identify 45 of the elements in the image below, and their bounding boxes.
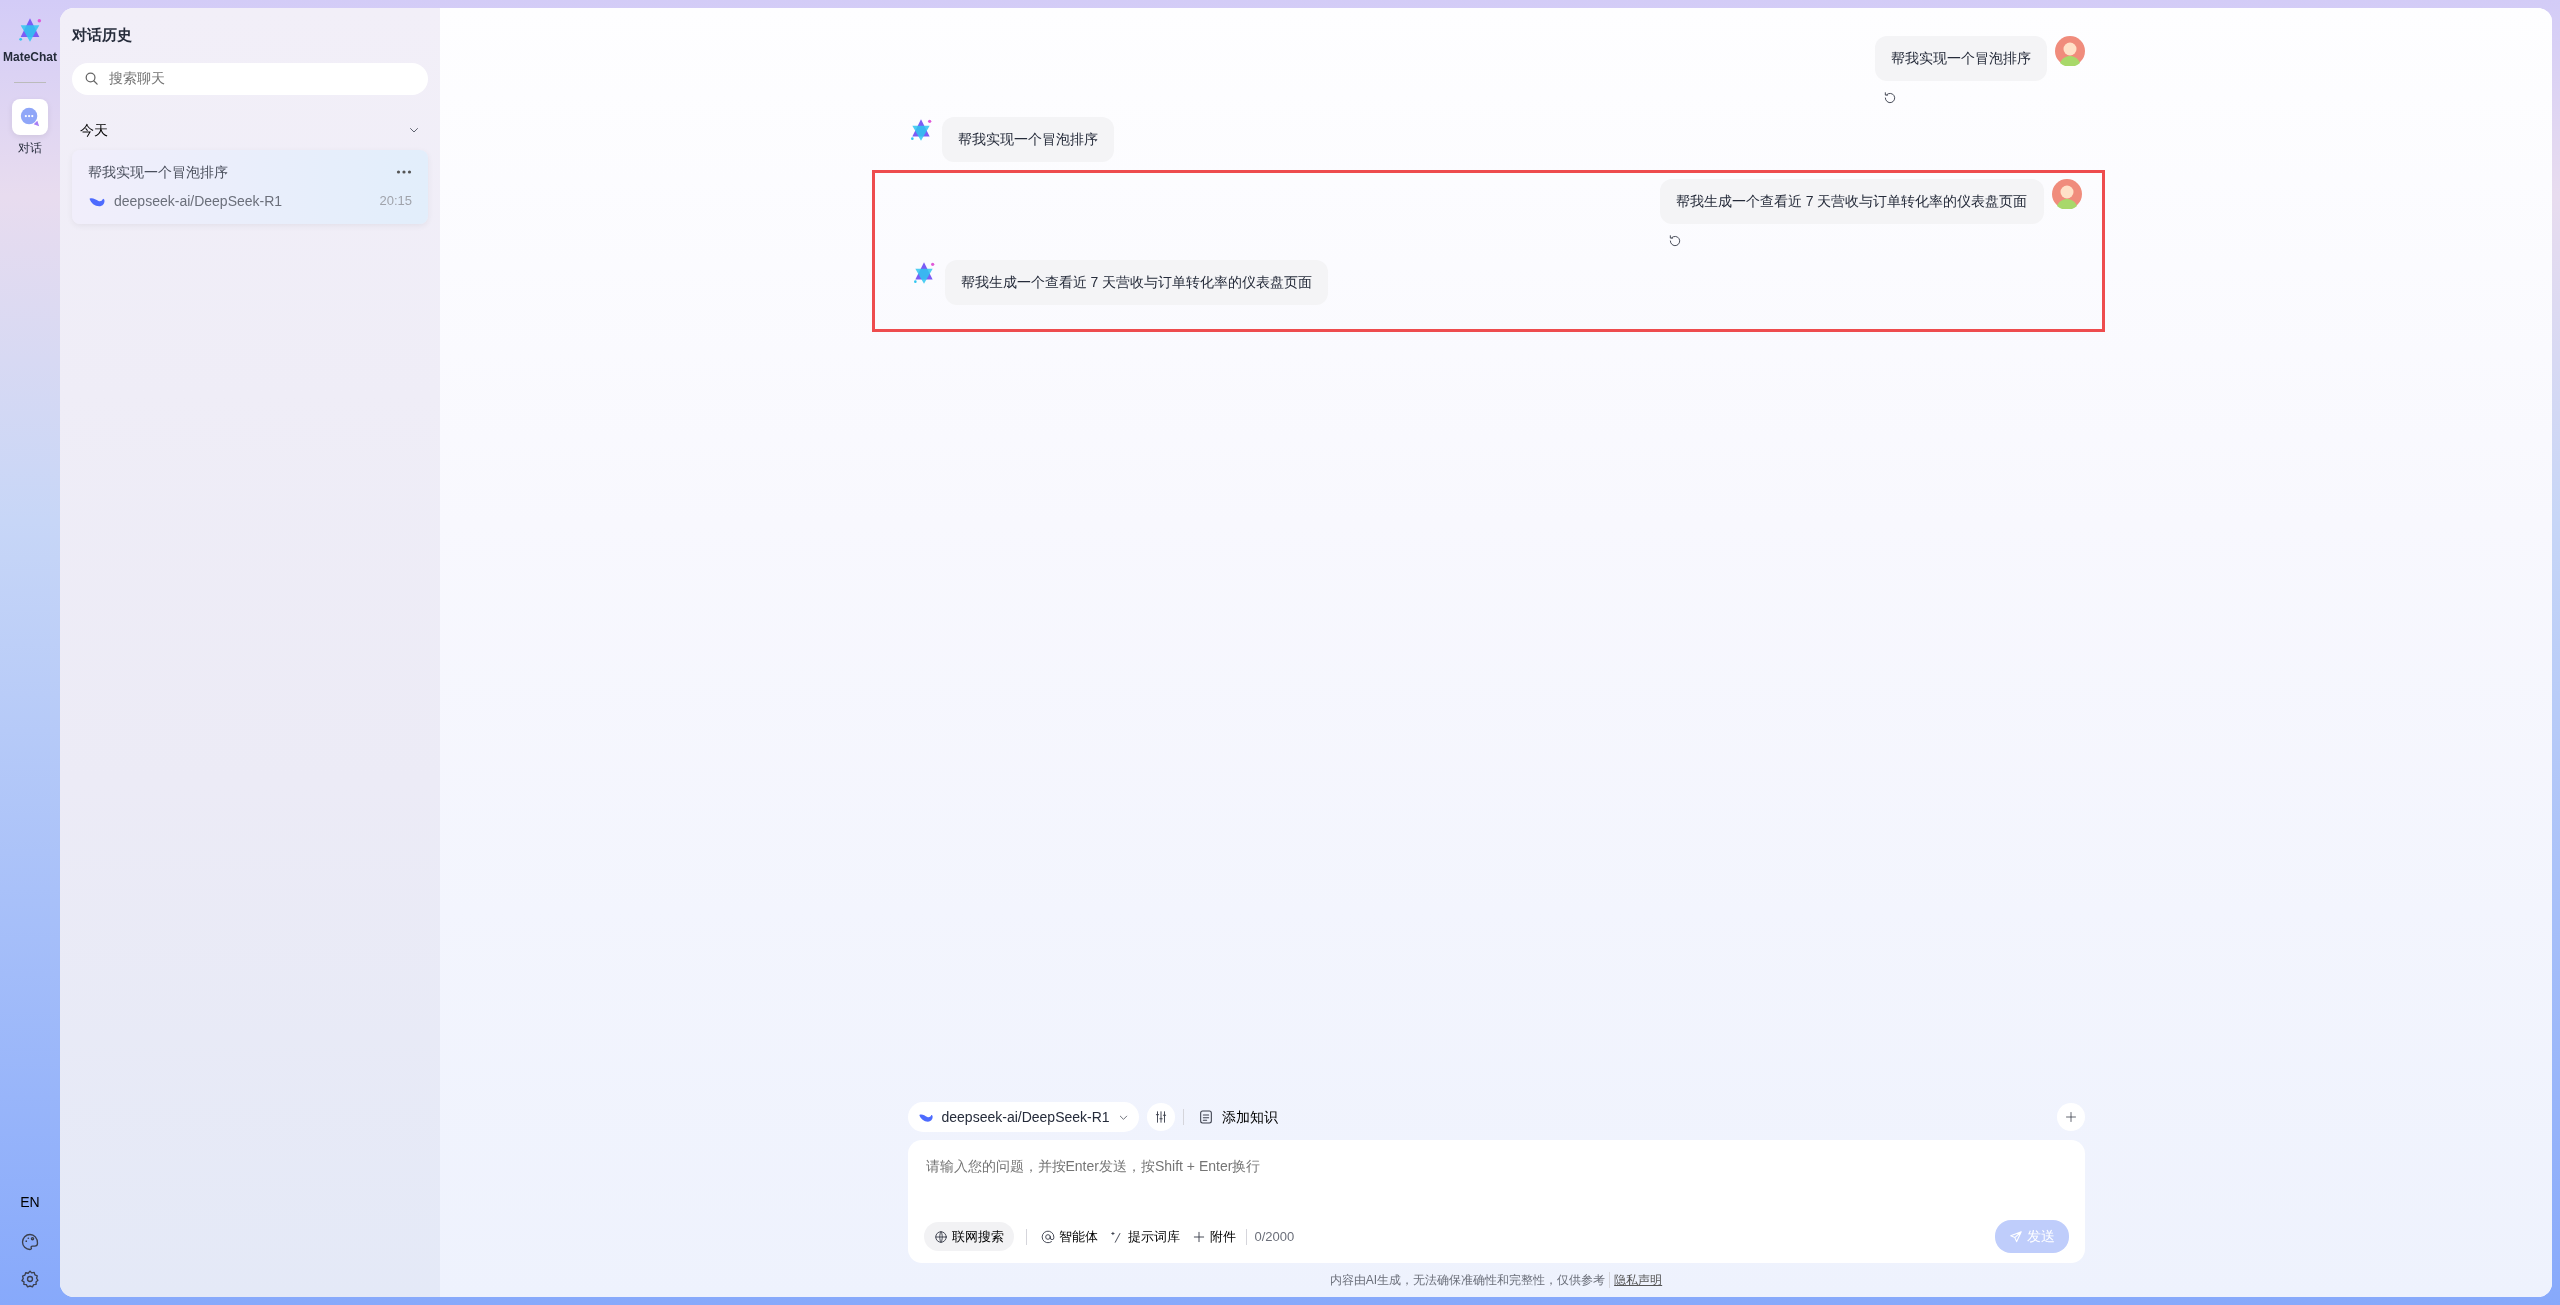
history-group-toggle[interactable]: 今天	[72, 118, 428, 142]
tool-button[interactable]: 智能体	[1038, 1222, 1100, 1251]
history-item[interactable]: 帮我实现一个冒泡排序 deepseek-ai/DeepSeek-R1 20:15	[72, 149, 428, 224]
search-field[interactable]: 搜索聊天	[72, 62, 428, 95]
user-message: 帮我实现一个冒泡排序	[1874, 36, 2047, 81]
wand-icon	[1109, 1229, 1124, 1244]
group-label: 今天	[80, 120, 108, 140]
search-input[interactable]: 搜索聊天	[107, 67, 416, 90]
more-icon[interactable]	[396, 169, 412, 175]
assistant-message: 帮我实现一个冒泡排序	[941, 117, 1114, 162]
settings-button[interactable]	[1146, 1103, 1175, 1131]
privacy-link[interactable]: 隐私声明	[1614, 1271, 1663, 1289]
language-toggle[interactable]: EN	[14, 1191, 46, 1215]
palette-icon	[20, 1231, 40, 1252]
at-sign-icon	[1040, 1229, 1055, 1244]
disclaimer-text: 内容由AI生成，无法确保准确性和完整性，仅供参考	[1329, 1272, 1606, 1289]
tool-button[interactable]: 提示词库	[1107, 1222, 1182, 1251]
avatar	[2054, 36, 2085, 66]
web-search-button[interactable]: 联网搜索	[923, 1221, 1014, 1252]
settings-icon	[20, 1269, 40, 1289]
plus-icon	[2064, 1111, 2077, 1123]
nav-label: 对话	[18, 140, 42, 157]
add-knowledge-button[interactable]: 添加知识	[1191, 1105, 1284, 1129]
sidebar-title: 对话历史	[72, 25, 133, 45]
history-time: 20:15	[379, 192, 412, 211]
search-icon	[84, 71, 99, 86]
logo-icon	[16, 16, 44, 44]
character-counter: 0/2000	[1254, 1227, 1295, 1246]
avatar	[2051, 179, 2082, 209]
model-selector[interactable]: deepseek-ai/DeepSeek-R1	[907, 1102, 1139, 1132]
history-title: 帮我实现一个冒泡排序	[88, 162, 228, 182]
plus-icon	[1191, 1229, 1206, 1244]
sliders-icon	[1153, 1110, 1168, 1124]
user-message: 帮我生成一个查看近 7 天营收与订单转化率的仪表盘页面	[1659, 179, 2044, 224]
logo-text: MateChat	[3, 49, 57, 66]
message-input[interactable]: 请输入您的问题，并按Enter发送，按Shift + Enter换行	[923, 1154, 2069, 1214]
chat-bubble-icon	[19, 106, 41, 128]
tool-button[interactable]: 附件	[1189, 1222, 1238, 1251]
document-icon	[1197, 1109, 1214, 1125]
globe-icon	[933, 1229, 948, 1244]
retry-icon[interactable]	[1667, 234, 1682, 248]
model-name: deepseek-ai/DeepSeek-R1	[114, 191, 283, 211]
send-icon	[2008, 1229, 2023, 1244]
assistant-message: 帮我生成一个查看近 7 天营收与订单转化率的仪表盘页面	[944, 260, 1329, 305]
retry-icon[interactable]	[1882, 91, 1897, 105]
